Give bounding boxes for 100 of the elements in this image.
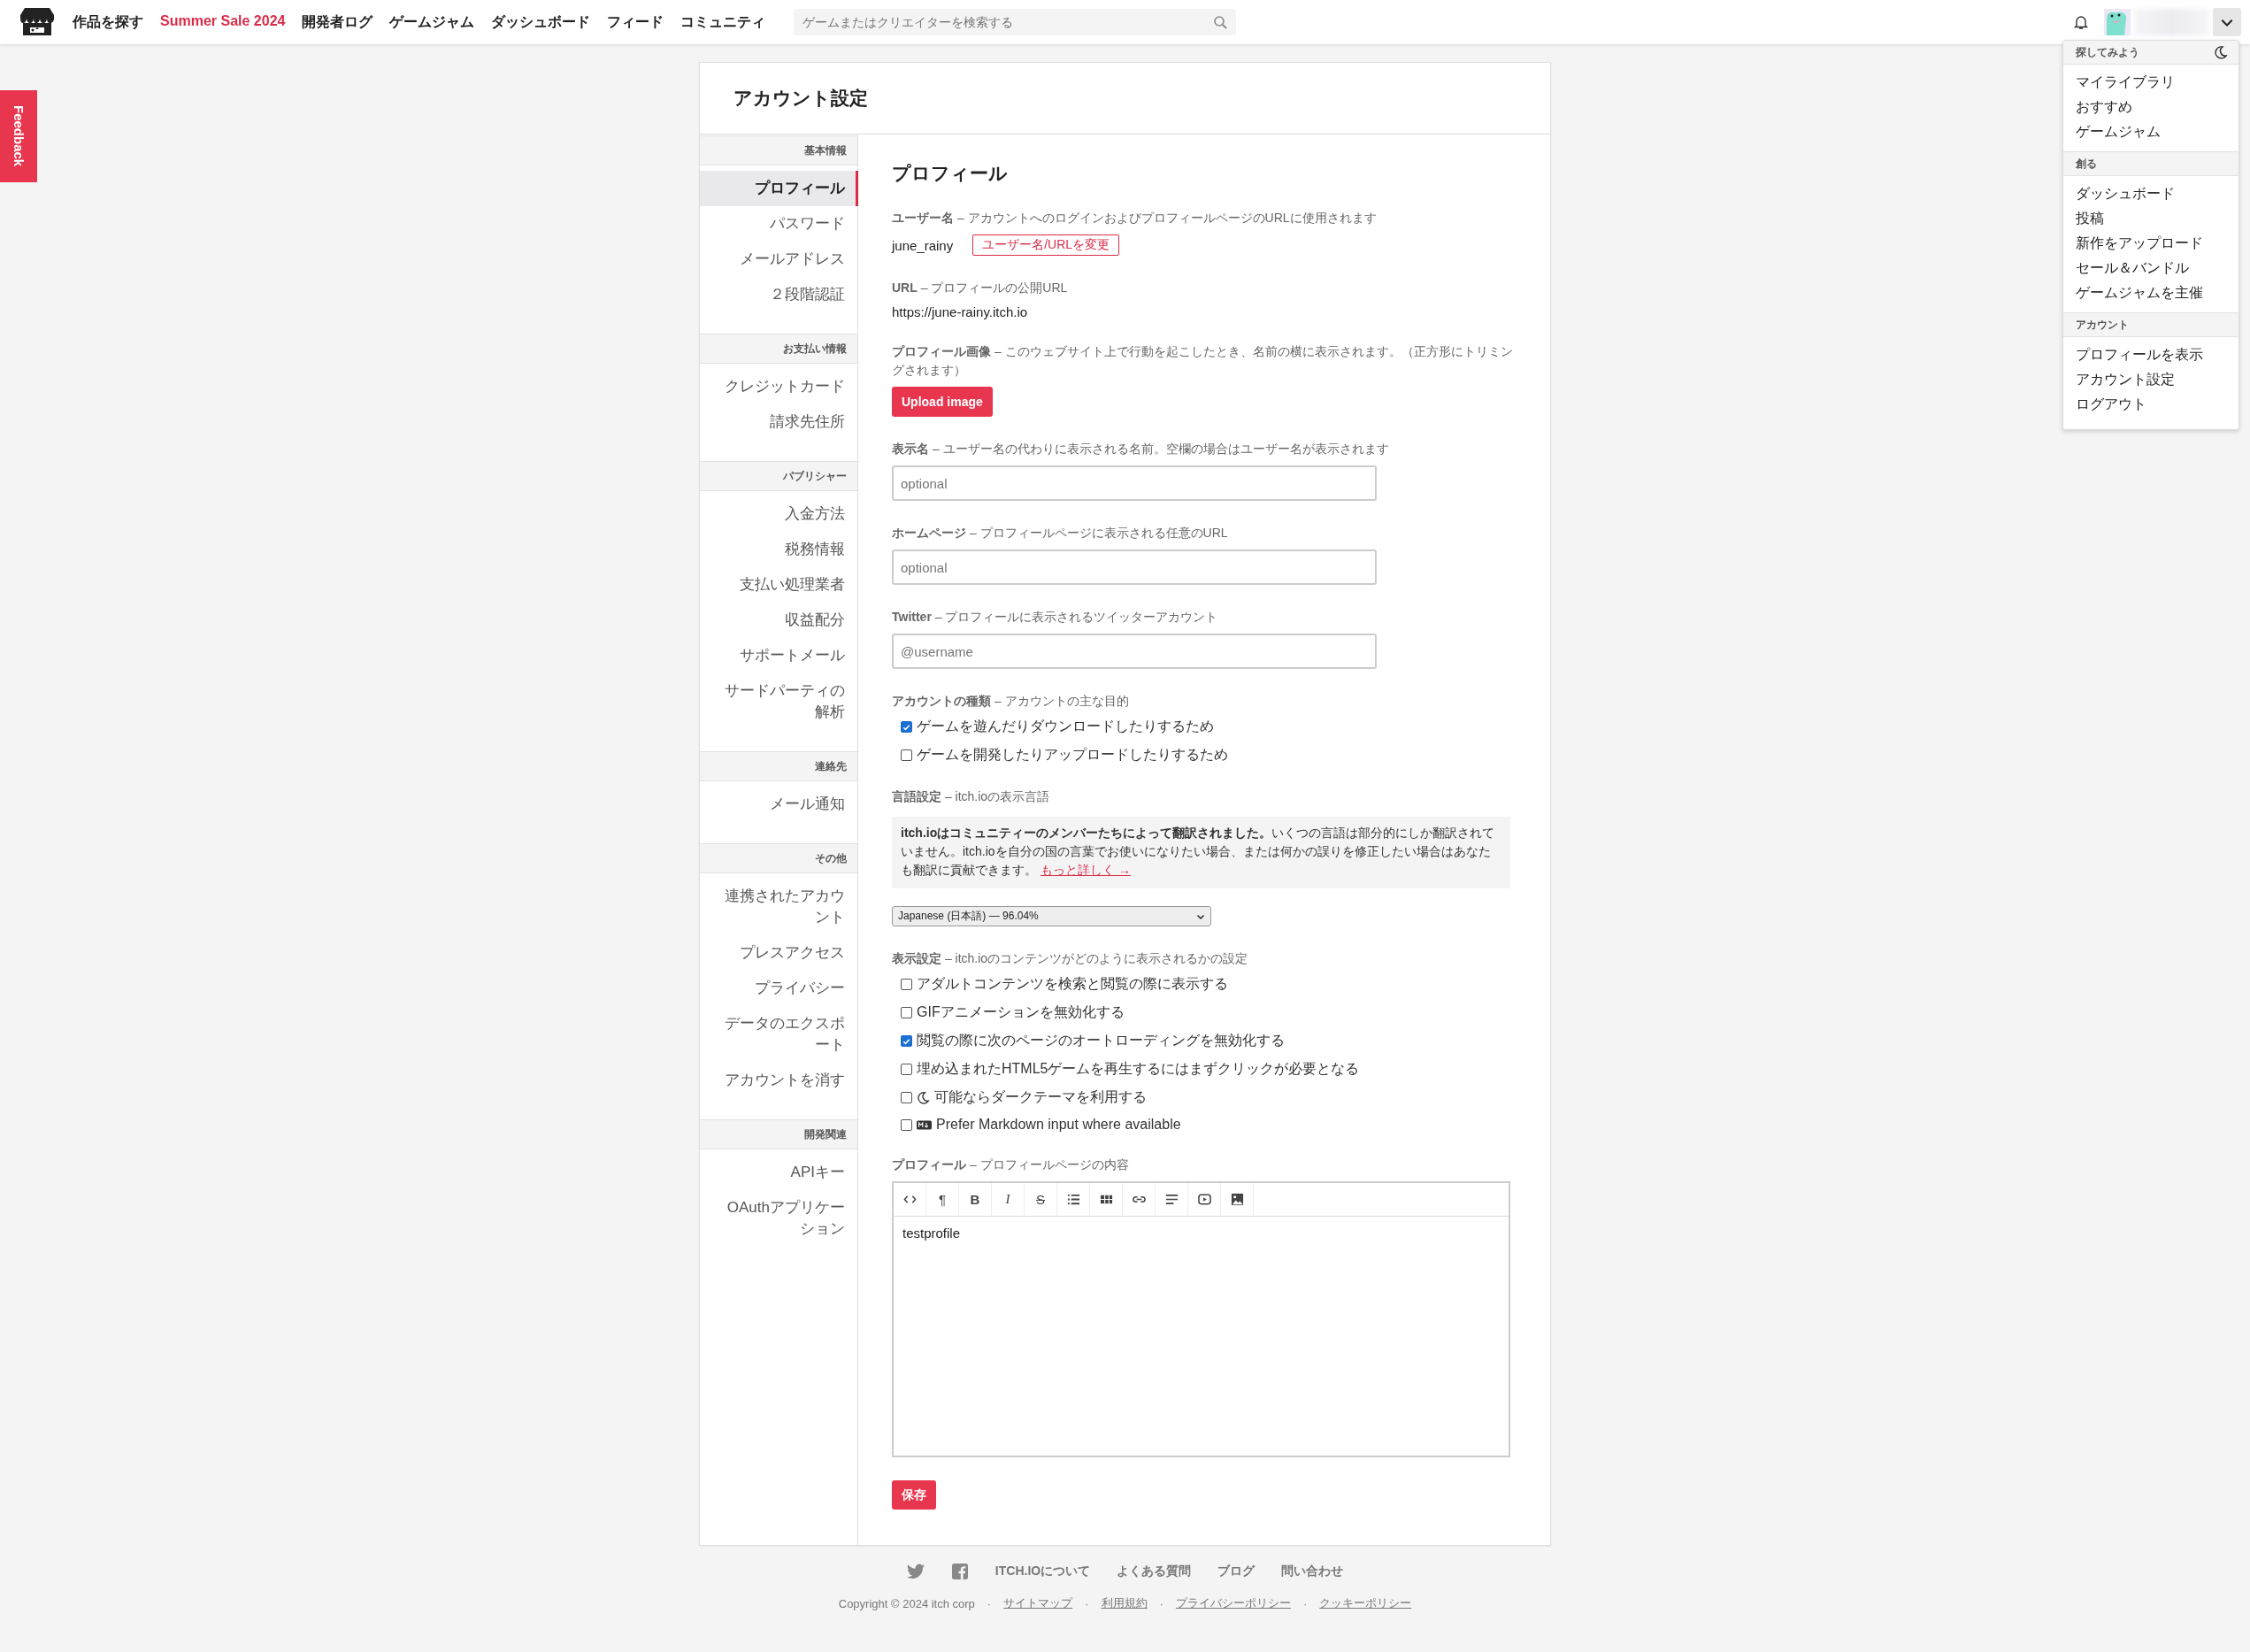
checkbox-label: ゲームを遊んだりダウンロードしたりするため (917, 718, 1214, 735)
list-icon (1066, 1193, 1080, 1206)
menu-item[interactable]: ログアウト (2063, 392, 2238, 417)
copyright-text: Copyright © 2024 itch corp (838, 1596, 975, 1610)
sidebar-item[interactable]: ２段階認証 (700, 277, 858, 312)
checkbox-label: 閲覧の際に次のページのオートローディングを無効化する (917, 1032, 1285, 1049)
menu-section-title: 創る (2076, 156, 2097, 172)
sidebar-item[interactable]: プロフィール (700, 171, 858, 206)
input-field[interactable]: optional (892, 465, 1377, 501)
search-icon[interactable] (1213, 15, 1228, 29)
menu-item[interactable]: プロフィールを表示 (2063, 342, 2238, 367)
image-icon (1230, 1193, 1244, 1206)
menu-item[interactable]: ダッシュボード (2063, 181, 2238, 206)
align-left-icon (1164, 1193, 1179, 1206)
sidebar-item[interactable]: プレスアクセス (700, 935, 858, 971)
field-description: プロフィール – プロフィールページの内容 (892, 1156, 1129, 1173)
sidebar-item[interactable]: サードパーティの解析 (700, 673, 858, 730)
search-field[interactable]: ゲームまたはクリエイターを検索する (794, 9, 1237, 35)
menu-item[interactable]: ゲームジャム (2063, 119, 2238, 144)
menu-item[interactable]: アカウント設定 (2063, 367, 2238, 392)
sidebar-item[interactable]: 連携されたアカウント (700, 879, 858, 935)
menu-item[interactable]: 新作をアップロード (2063, 231, 2238, 256)
footer-link[interactable]: 利用規約 (1101, 1595, 1148, 1611)
upload-image-button[interactable]: Upload image (892, 387, 993, 417)
checkbox[interactable] (901, 1118, 912, 1131)
nav-link[interactable]: 作品を探す (73, 12, 143, 32)
sidebar-item[interactable]: パスワード (700, 206, 858, 242)
moon-icon[interactable] (2214, 45, 2228, 59)
checkbox[interactable] (901, 1092, 912, 1103)
checkbox[interactable] (901, 1064, 912, 1075)
sidebar-item[interactable]: OAuthアプリケーション (700, 1190, 858, 1247)
sidebar-section-title: パブリシャー (783, 468, 847, 484)
menu-section-title: アカウント (2076, 317, 2129, 333)
sidebar-item[interactable]: APIキー (700, 1155, 858, 1190)
checkbox[interactable] (901, 1035, 912, 1047)
feedback-tab[interactable]: Feedback (0, 90, 37, 182)
checkbox-label: アダルトコンテンツを検索と閲覧の際に表示する (917, 975, 1228, 993)
field-description: Twitter – プロフィールに表示されるツイッターアカウント (892, 609, 1218, 626)
profile-url-text: https://june-rainy.itch.io (892, 304, 1028, 319)
sidebar-item[interactable]: データのエクスポート (700, 1006, 858, 1063)
menu-item[interactable]: ゲームジャムを主催 (2063, 280, 2238, 305)
checkbox[interactable] (901, 979, 912, 990)
checkbox[interactable] (901, 721, 912, 733)
field-description: ユーザー名 – アカウントへのログインおよびプロフィールページのURLに使用されます (892, 210, 1377, 227)
field-description: アカウントの種類 – アカウントの主な目的 (892, 693, 1129, 710)
language-select[interactable]: Japanese (日本語) — 96.04% (892, 906, 1211, 926)
checkbox[interactable] (901, 749, 912, 761)
menu-section-title: 探してみよう (2076, 44, 2139, 60)
footer-link[interactable]: よくある質問 (1117, 1564, 1192, 1579)
storefront-icon[interactable] (19, 6, 55, 38)
sidebar-item[interactable]: サポートメール (700, 638, 858, 673)
nav-link[interactable]: ダッシュボード (491, 12, 591, 32)
sidebar-item[interactable]: プライバシー (700, 971, 858, 1006)
footer-link[interactable]: クッキーポリシー (1319, 1595, 1412, 1611)
save-button[interactable]: 保存 (892, 1480, 936, 1510)
rich-text-editor[interactable]: ¶ B I S testprofile (892, 1181, 1510, 1457)
sidebar-item[interactable]: 収益配分 (700, 603, 858, 638)
sidebar-section-title: お支払い情報 (783, 341, 847, 357)
twitter-icon[interactable] (906, 1564, 925, 1579)
footer-link[interactable]: ブログ (1217, 1564, 1256, 1579)
nav-link[interactable]: Summer Sale 2024 (160, 12, 286, 32)
field-description: 言語設定 – itch.ioの表示言語 (892, 788, 1050, 805)
footer-link[interactable]: 問い合わせ (1281, 1564, 1344, 1579)
menu-toggle-button[interactable] (2213, 8, 2241, 36)
sidebar-section-title: 連絡先 (815, 758, 847, 774)
bell-icon[interactable] (2072, 13, 2090, 31)
checkbox-label: 可能ならダークテーマを利用する (934, 1088, 1147, 1106)
footer-link[interactable]: プライバシーポリシー (1175, 1595, 1291, 1611)
nav-link[interactable]: コミュニティ (680, 12, 766, 32)
field-description: ホームページ – プロフィールページに表示される任意のURL (892, 525, 1228, 542)
sidebar-item[interactable]: アカウントを消す (700, 1063, 858, 1098)
sidebar-item[interactable]: 税務情報 (700, 532, 858, 567)
checkbox-label: GIFアニメーションを無効化する (917, 1003, 1125, 1021)
menu-item[interactable]: セール＆バンドル (2063, 256, 2238, 280)
table-icon (1099, 1193, 1113, 1206)
sidebar-item[interactable]: 支払い処理業者 (700, 567, 858, 603)
input-field[interactable]: @username (892, 634, 1377, 669)
menu-item[interactable]: マイライブラリ (2063, 70, 2238, 95)
change-username-button[interactable]: ユーザー名/URLを変更 (972, 234, 1120, 256)
sidebar-item[interactable]: メールアドレス (700, 242, 858, 277)
nav-link[interactable]: ゲームジャム (389, 12, 475, 32)
separator-dot: · (987, 1596, 992, 1610)
nav-link[interactable]: 開発者ログ (302, 12, 373, 32)
sidebar-item[interactable]: メール通知 (700, 787, 858, 822)
separator-dot: · (1302, 1596, 1308, 1610)
nav-link[interactable]: フィード (607, 12, 664, 32)
separator-dot: · (1159, 1596, 1163, 1610)
sidebar-item[interactable]: クレジットカード (700, 369, 858, 404)
learn-more-link[interactable]: もっと詳しく → (1041, 863, 1131, 877)
footer-link[interactable]: ITCH.IOについて (994, 1564, 1091, 1579)
field-description: 表示名 – ユーザー名の代わりに表示される名前。空欄の場合はユーザー名が表示されます (892, 441, 1389, 457)
menu-item[interactable]: 投稿 (2063, 206, 2238, 231)
menu-item[interactable]: おすすめ (2063, 95, 2238, 119)
page-title: アカウント設定 (733, 87, 868, 110)
checkbox[interactable] (901, 1007, 912, 1018)
facebook-icon[interactable] (950, 1564, 969, 1579)
footer-link[interactable]: サイトマップ (1003, 1595, 1073, 1611)
sidebar-item[interactable]: 入金方法 (700, 496, 858, 532)
sidebar-item[interactable]: 請求先住所 (700, 404, 858, 440)
input-field[interactable]: optional (892, 549, 1377, 585)
